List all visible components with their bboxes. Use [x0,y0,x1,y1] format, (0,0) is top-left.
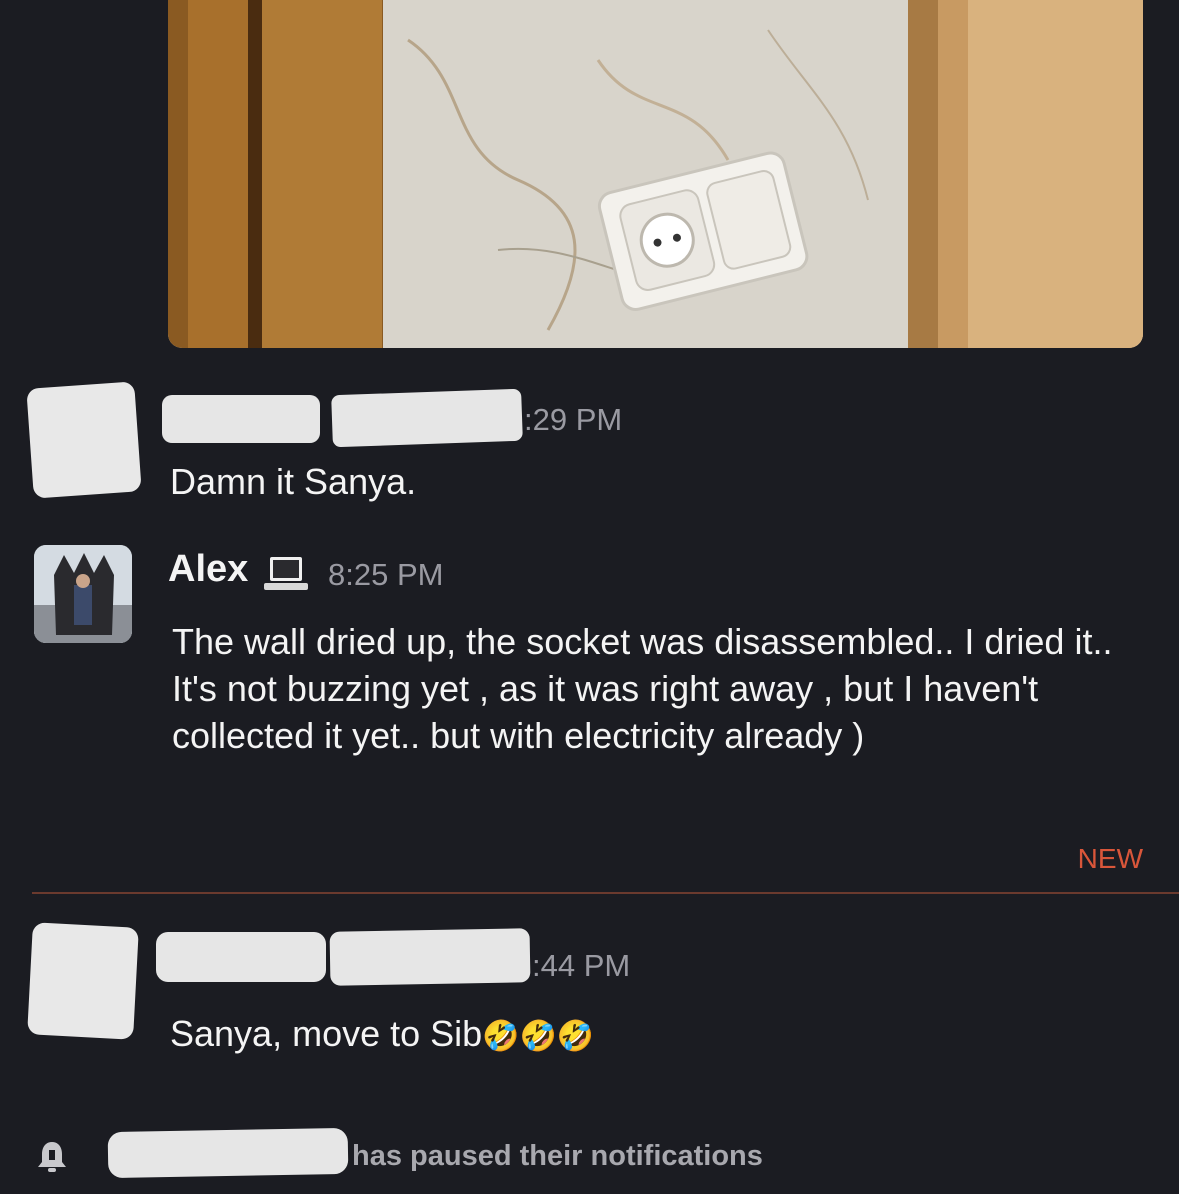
avatar[interactable] [34,545,132,643]
message-text: The wall dried up, the socket was disass… [172,621,1113,756]
attached-photo[interactable] [168,0,1143,348]
message-text-body: Sanya, move to Sib [170,1013,483,1054]
avatar-redacted [27,922,139,1040]
avatar-image [34,545,132,643]
rofl-emoji: 🤣🤣🤣 [482,1020,595,1053]
message-timestamp: :29 PM [524,402,623,437]
message-timestamp: 8:25 PM [328,557,444,592]
message-timestamp: :44 PM [532,948,631,983]
wall-socket-photo [168,0,1143,348]
new-messages-label: NEW [1077,843,1143,874]
system-notice: has paused their notifications [352,1140,763,1172]
bell-icon [36,1140,68,1179]
username[interactable]: Alex [168,548,248,591]
status-redacted [329,928,531,986]
avatar-redacted [26,381,142,499]
new-messages-divider [32,892,1179,894]
message-text: Damn it Sanya. [170,461,417,502]
username-redacted [162,395,320,443]
status-redacted [331,388,523,448]
message-text: Sanya, move to Sib🤣🤣🤣 [170,1010,594,1060]
username-redacted [107,1127,349,1179]
laptop-icon [264,555,308,598]
username-redacted [156,932,326,982]
